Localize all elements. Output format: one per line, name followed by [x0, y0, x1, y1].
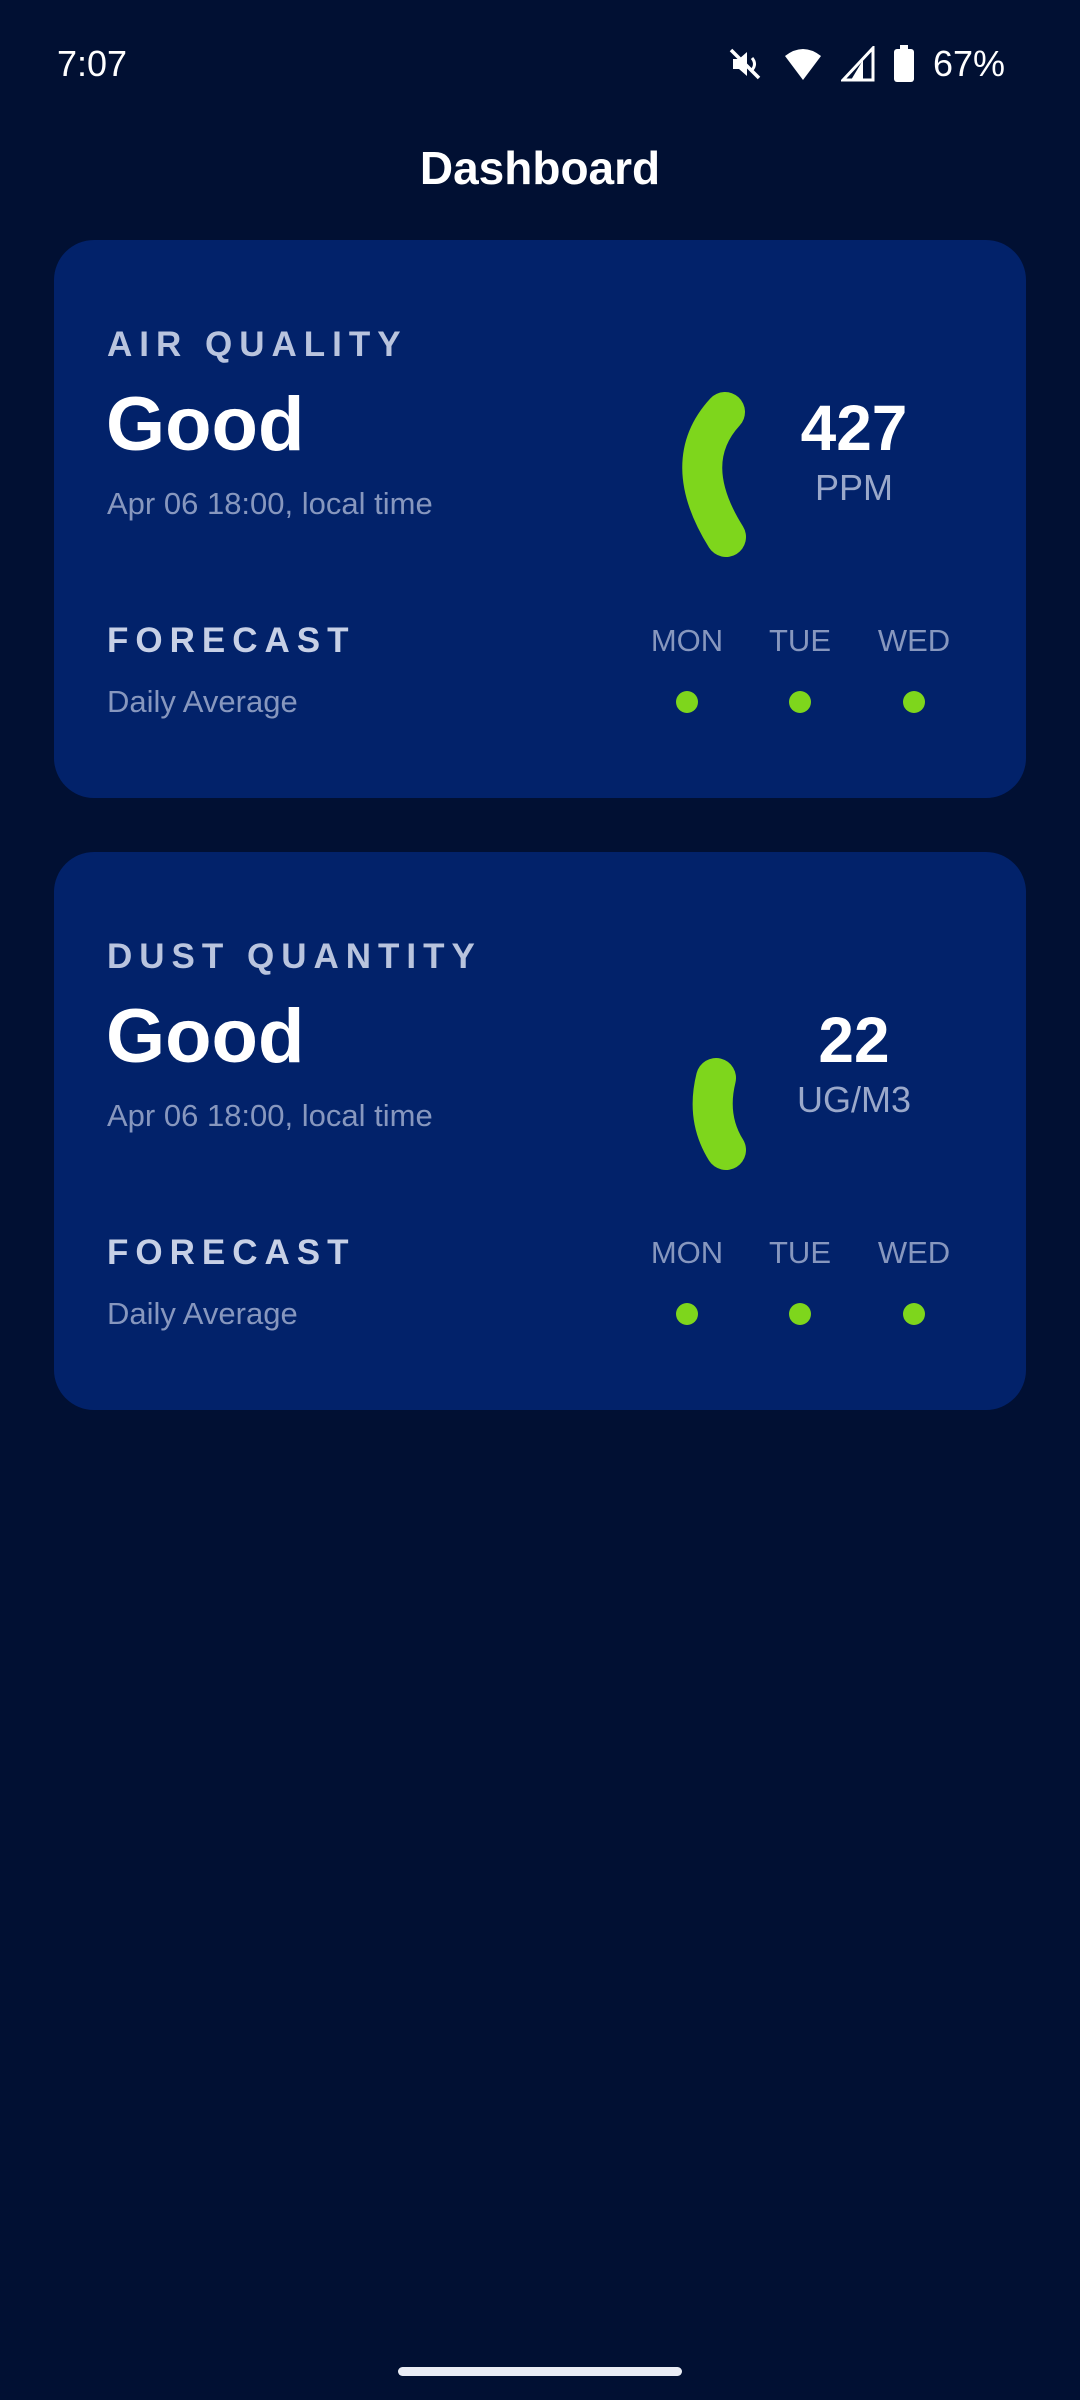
- forecast-dot-wed: [903, 1303, 925, 1325]
- reading-timestamp: Apr 06 18:00, local time: [107, 486, 433, 521]
- signal-icon: [840, 46, 875, 82]
- page-title: Dashboard: [419, 142, 661, 194]
- forecast-subtitle: Daily Average: [107, 1296, 298, 1331]
- wifi-icon: [783, 46, 823, 82]
- quality-status: Good: [106, 382, 305, 467]
- forecast-dot-tue: [789, 1303, 811, 1325]
- status-bar: 7:07 67%: [0, 0, 1080, 130]
- forecast-label: FORECAST: [107, 621, 356, 660]
- battery-percent: 67%: [932, 43, 1005, 84]
- reading: 22 UG/M3: [714, 1002, 994, 1122]
- home-indicator[interactable]: [398, 2367, 682, 2376]
- reading-value: 427: [800, 392, 908, 464]
- card-label: DUST QUANTITY: [107, 937, 482, 976]
- reading: 427 PPM: [714, 390, 994, 510]
- forecast-label: FORECAST: [107, 1233, 356, 1272]
- dust-quantity-card[interactable]: DUST QUANTITY Good Apr 06 18:00, local t…: [54, 852, 1026, 1410]
- forecast-dot-mon: [676, 691, 698, 713]
- status-icons: 67%: [725, 42, 1005, 86]
- reading-value: 22: [818, 1004, 890, 1076]
- reading-timestamp: Apr 06 18:00, local time: [107, 1098, 433, 1133]
- forecast-day-mon: MON: [650, 1235, 724, 1270]
- battery-icon: [893, 45, 915, 83]
- card-label: AIR QUALITY: [107, 325, 408, 364]
- forecast-day-wed: WED: [877, 1235, 951, 1270]
- forecast-day-tue: TUE: [769, 1235, 831, 1270]
- forecast-subtitle: Daily Average: [107, 684, 298, 719]
- status-time: 7:07: [57, 43, 128, 84]
- mute-icon: [725, 44, 765, 84]
- forecast-day-wed: WED: [877, 623, 951, 658]
- forecast-dot-mon: [676, 1303, 698, 1325]
- forecast-dot-tue: [789, 691, 811, 713]
- forecast-dot-wed: [903, 691, 925, 713]
- forecast-day-mon: MON: [650, 623, 724, 658]
- air-quality-card[interactable]: AIR QUALITY Good Apr 06 18:00, local tim…: [54, 240, 1026, 798]
- quality-status: Good: [106, 994, 305, 1079]
- reading-unit: PPM: [814, 467, 893, 508]
- dashboard-screen: 7:07 67% Dashboard AIR QUALITY Good Apr …: [0, 0, 1080, 2400]
- forecast-day-tue: TUE: [769, 623, 831, 658]
- reading-unit: UG/M3: [796, 1079, 911, 1120]
